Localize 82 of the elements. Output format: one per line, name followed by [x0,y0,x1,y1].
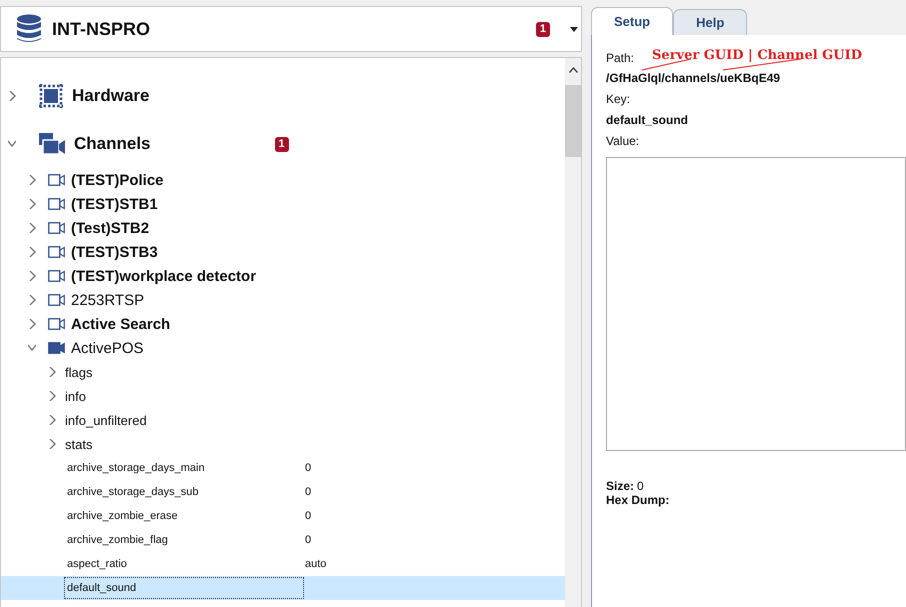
dropdown-caret-icon[interactable] [570,26,578,32]
property-value: 0 [304,510,312,522]
path-label: Path: [606,50,634,67]
scroll-thumb[interactable] [565,85,581,157]
chevron-icon[interactable] [28,295,36,305]
channel-node[interactable]: (TEST)STB3 [1,240,565,264]
tree-node[interactable]: Hardware [1,72,565,120]
folder-label: stats [65,436,92,452]
property-row[interactable]: default_sound [1,576,565,600]
folder-label: info [65,388,86,404]
channel-name: (TEST)workplace detector [71,268,256,284]
node-label: Hardware [72,86,150,106]
chevron-icon[interactable] [28,343,36,353]
path-value: /GfHaGlql/channels/ueKBqE49 [606,70,782,86]
property-row[interactable]: archive_storage_days_main 0 [1,456,565,480]
chevron-icon[interactable] [48,439,56,449]
chevron-icon[interactable] [28,271,36,281]
scrollbar[interactable] [565,58,581,607]
cameras-icon [38,132,66,156]
channel-node[interactable]: ActivePOS [1,336,565,360]
chevron-icon[interactable] [48,367,56,377]
tab[interactable]: Help [673,9,748,35]
property-value: 0 [304,534,312,546]
folder-label: info_unfiltered [65,412,147,428]
property-row[interactable]: aspect_ratio auto [1,552,565,576]
chip-icon [38,83,64,109]
database-icon [16,14,42,44]
folder-node[interactable]: stats [1,432,565,456]
node-label: Channels [74,134,151,154]
property-key: default_sound [64,577,304,599]
property-row[interactable]: archive_zombie_erase 0 [1,504,565,528]
property-value: auto [304,558,326,570]
alert-count: 1 [536,22,550,36]
property-key: aspect_ratio [64,553,304,575]
size-value: 0 [637,479,644,493]
alert-count: 1 [274,136,289,152]
folder-node[interactable]: info_unfiltered [1,408,565,432]
server-title: INT-NSPRO [52,18,152,40]
key-label: Key: [606,90,632,108]
channel-name: (TEST)STB3 [71,244,158,260]
tab[interactable]: Setup [591,7,674,35]
property-row[interactable]: archive_zombie_flag 0 [1,528,565,552]
property-key: archive_zombie_flag [64,529,304,551]
chevron-icon[interactable] [8,139,16,149]
property-key: archive_storage_days_sub [64,481,304,503]
channel-node[interactable]: 2253RTSP [1,288,565,312]
property-key: archive_zombie_erase [64,505,304,527]
value-label: Value: [606,132,640,150]
key-value: default_sound [606,112,690,128]
chevron-icon[interactable] [28,199,36,209]
channel-name: (TEST)STB1 [71,196,158,212]
server-header[interactable]: INT-NSPRO 1 [0,6,582,52]
channel-node[interactable]: (Test)STB2 [1,216,565,240]
channel-name: (TEST)Police [71,172,164,188]
tree-node[interactable]: Channels 1 [1,120,565,168]
property-value: 0 [304,462,312,474]
channel-name: Active Search [71,316,170,332]
channel-name: (Test)STB2 [71,220,150,236]
chevron-icon[interactable] [8,91,16,101]
channel-node[interactable]: (TEST)STB1 [1,192,565,216]
folder-label: flags [65,364,92,380]
chevron-icon[interactable] [28,247,36,257]
chevron-icon[interactable] [28,223,36,233]
property-value: 0 [304,486,312,498]
chevron-icon[interactable] [28,319,36,329]
channel-node[interactable]: (TEST)workplace detector [1,264,565,288]
folder-node[interactable]: info [1,384,565,408]
channel-node[interactable]: (TEST)Police [1,168,565,192]
value-field[interactable] [606,157,906,451]
size-label: Size: [606,479,634,493]
folder-node[interactable]: flags [1,360,565,384]
property-row[interactable]: archive_storage_days_sub 0 [1,480,565,504]
property-key: archive_storage_days_main [64,457,304,479]
hex-dump-label: Hex Dump: [606,493,670,507]
channel-node[interactable]: Active Search [1,312,565,336]
scroll-up-icon[interactable] [568,67,578,73]
channel-name: ActivePOS [71,340,144,356]
annotation-text: Server GUID | Channel GUID [652,48,862,62]
chevron-icon[interactable] [48,391,56,401]
chevron-icon[interactable] [48,415,56,425]
chevron-icon[interactable] [28,175,36,185]
channel-name: 2253RTSP [71,292,144,308]
